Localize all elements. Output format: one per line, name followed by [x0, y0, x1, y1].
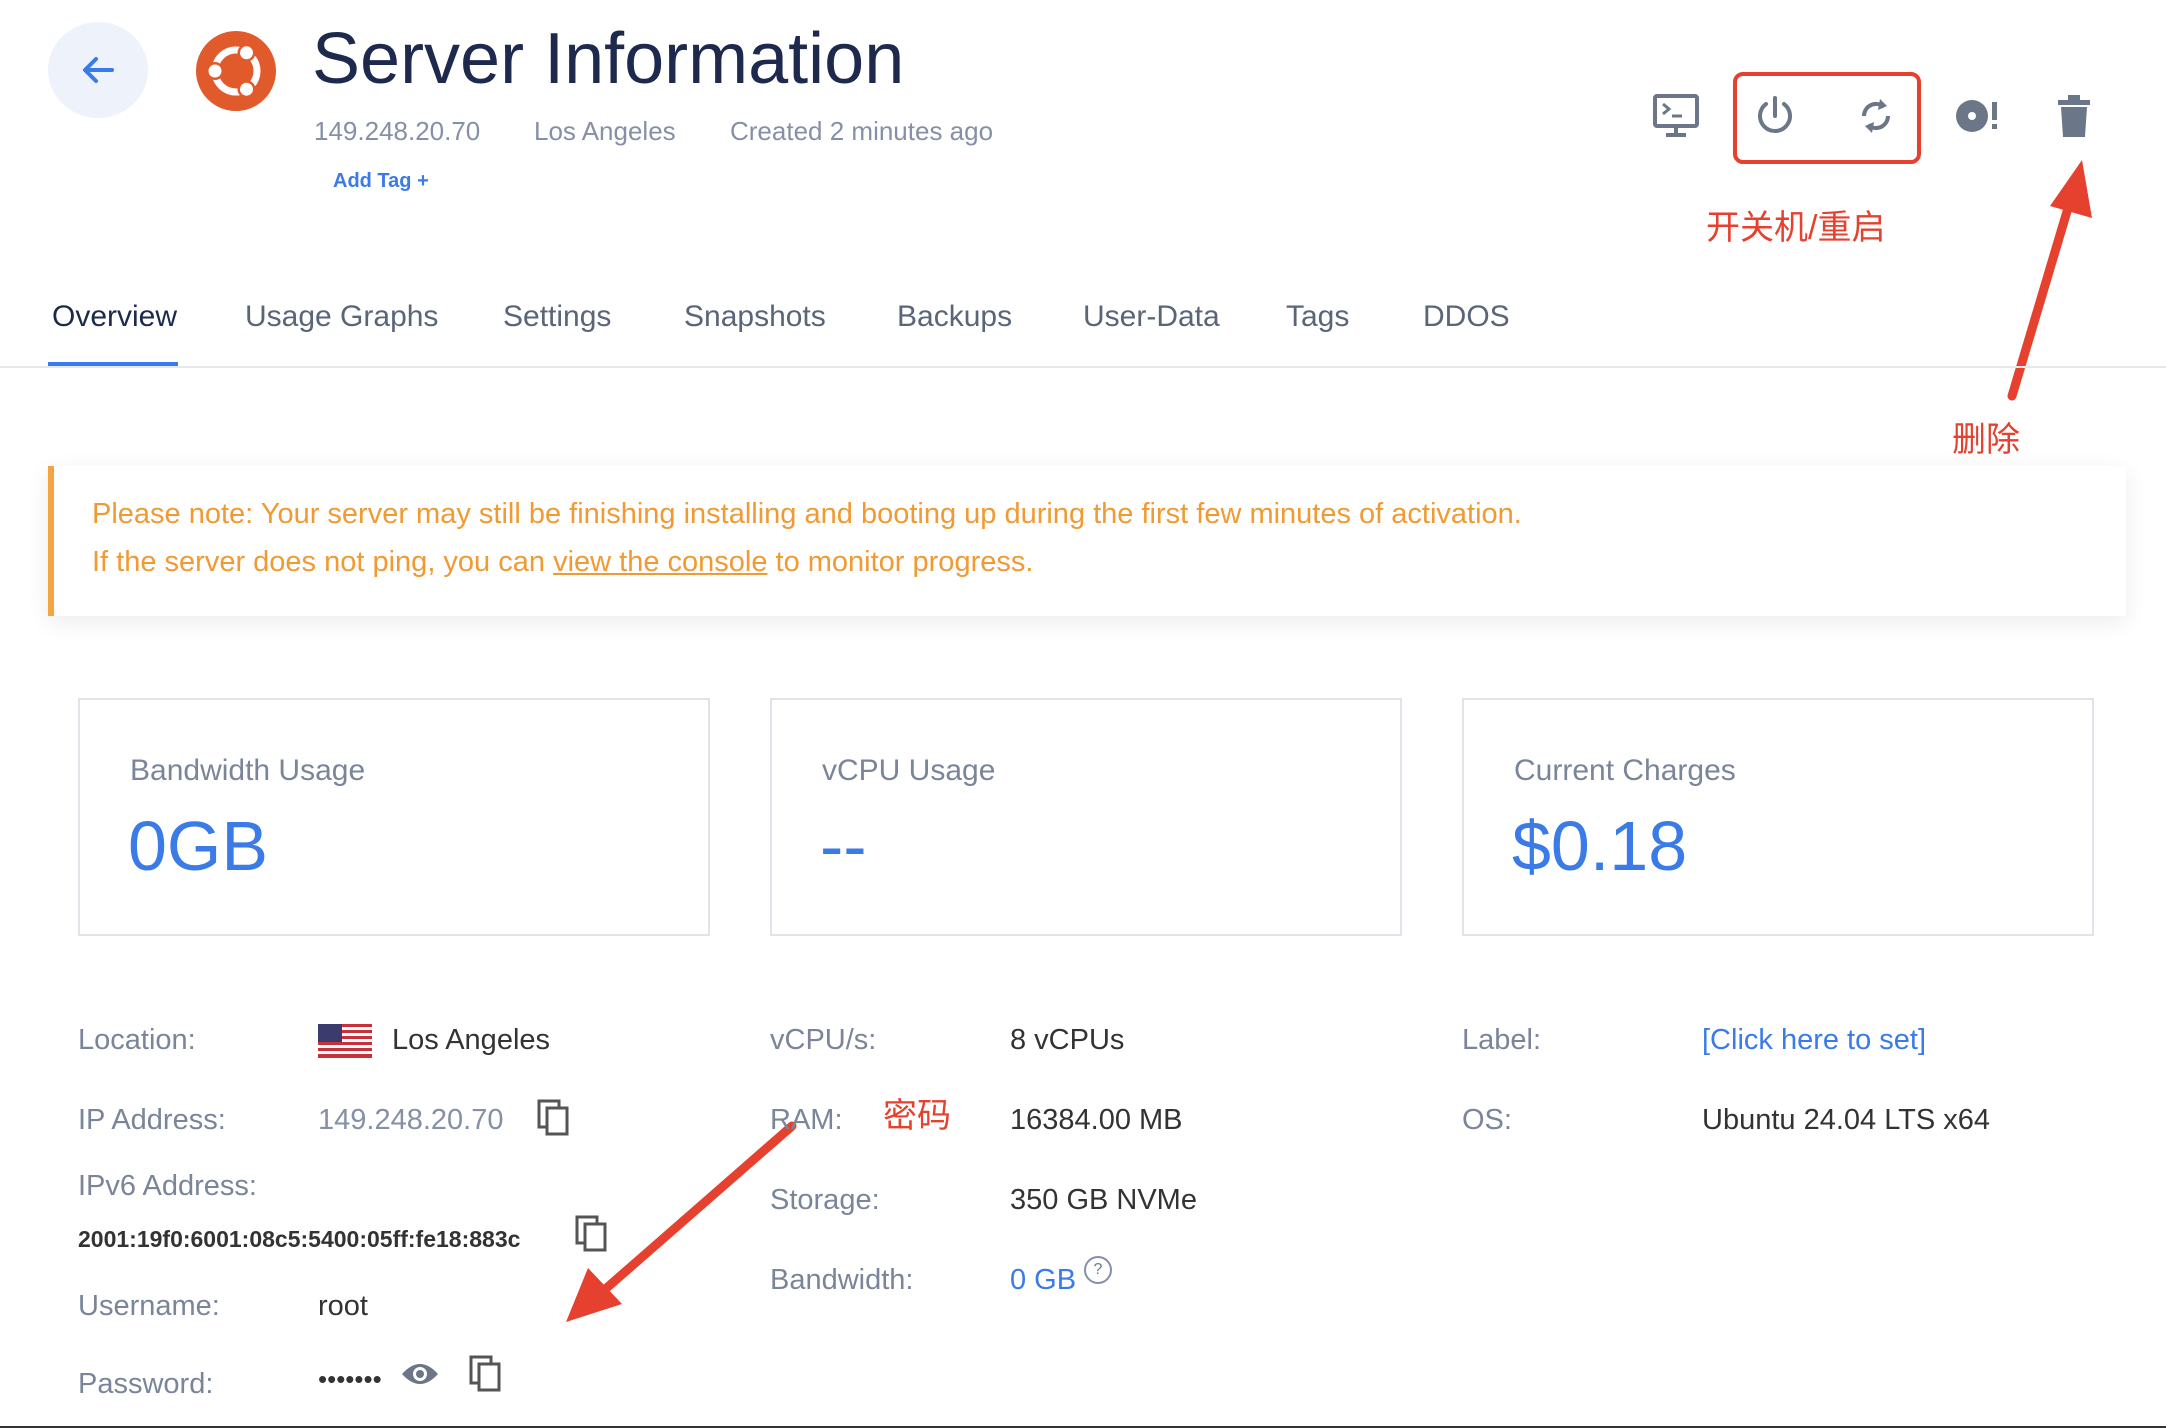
tab-settings[interactable]: Settings — [503, 300, 611, 334]
tab-overview[interactable]: Overview — [52, 300, 177, 334]
copy-icon — [575, 1215, 607, 1252]
label-label: Label: — [1462, 1024, 1542, 1056]
current-charges-card: Current Charges $0.18 — [1462, 698, 2094, 936]
copy-password-button[interactable] — [464, 1352, 508, 1396]
notice-line-2: If the server does not ping, you can vie… — [92, 546, 1033, 579]
notice-text-after: to monitor progress. — [767, 546, 1034, 578]
card-value: 0GB — [128, 807, 269, 885]
vcpu-usage-card: vCPU Usage -- — [770, 698, 1402, 936]
bandwidth-label: Bandwidth: — [770, 1264, 914, 1296]
active-tab-indicator — [48, 362, 178, 366]
set-label-link[interactable]: [Click here to set] — [1702, 1024, 1926, 1057]
bandwidth-usage-card: Bandwidth Usage 0GB — [78, 698, 710, 936]
view-console-link[interactable]: view the console — [553, 546, 767, 578]
ip-address-value: 149.248.20.70 — [318, 1104, 504, 1136]
tab-tags[interactable]: Tags — [1286, 300, 1349, 334]
os-label: OS: — [1462, 1104, 1512, 1136]
ipv6-address-value: 2001:19f0:6001:08c5:5400:05ff:fe18:883c — [78, 1226, 521, 1252]
us-flag-icon — [318, 1024, 372, 1058]
copy-ipv6-button[interactable] — [570, 1212, 614, 1256]
card-value: -- — [820, 807, 867, 885]
password-value: ••••••• — [318, 1364, 382, 1394]
ram-value: 16384.00 MB — [1010, 1104, 1183, 1136]
notice-line-1: Please note: Your server may still be fi… — [92, 498, 1522, 530]
card-label: vCPU Usage — [822, 754, 996, 787]
bandwidth-value-link[interactable]: 0 GB — [1010, 1264, 1076, 1297]
password-label: Password: — [78, 1368, 214, 1400]
storage-value: 350 GB NVMe — [1010, 1184, 1197, 1216]
tab-usage-graphs[interactable]: Usage Graphs — [245, 300, 438, 334]
show-password-button[interactable] — [398, 1352, 442, 1396]
card-value: $0.18 — [1512, 807, 1688, 885]
card-label: Bandwidth Usage — [130, 754, 366, 787]
ipv6-address-label: IPv6 Address: — [78, 1170, 257, 1202]
username-label: Username: — [78, 1290, 220, 1322]
copy-icon — [469, 1355, 501, 1392]
tab-backups[interactable]: Backups — [897, 300, 1012, 334]
storage-label: Storage: — [770, 1184, 880, 1216]
username-value: root — [318, 1290, 368, 1322]
copy-icon — [537, 1099, 569, 1136]
tab-ddos[interactable]: DDOS — [1423, 300, 1510, 334]
ram-label: RAM: — [770, 1104, 843, 1136]
location-label: Location: — [78, 1024, 196, 1056]
ip-address-label: IP Address: — [78, 1104, 226, 1136]
tab-snapshots[interactable]: Snapshots — [684, 300, 826, 334]
tab-user-data[interactable]: User-Data — [1083, 300, 1220, 334]
vcpu-label: vCPU/s: — [770, 1024, 877, 1056]
os-value: Ubuntu 24.04 LTS x64 — [1702, 1104, 1991, 1136]
card-label: Current Charges — [1514, 754, 1736, 787]
eye-icon — [402, 1364, 438, 1384]
bandwidth-help-icon[interactable]: ? — [1084, 1256, 1112, 1284]
location-value: Los Angeles — [392, 1024, 551, 1056]
activation-notice: Please note: Your server may still be fi… — [48, 466, 2126, 616]
copy-ip-button[interactable] — [532, 1096, 576, 1140]
vcpu-value: 8 vCPUs — [1010, 1024, 1125, 1056]
notice-text-before: If the server does not ping, you can — [92, 546, 554, 578]
tab-bar: Overview Usage Graphs Settings Snapshots… — [0, 290, 2166, 368]
